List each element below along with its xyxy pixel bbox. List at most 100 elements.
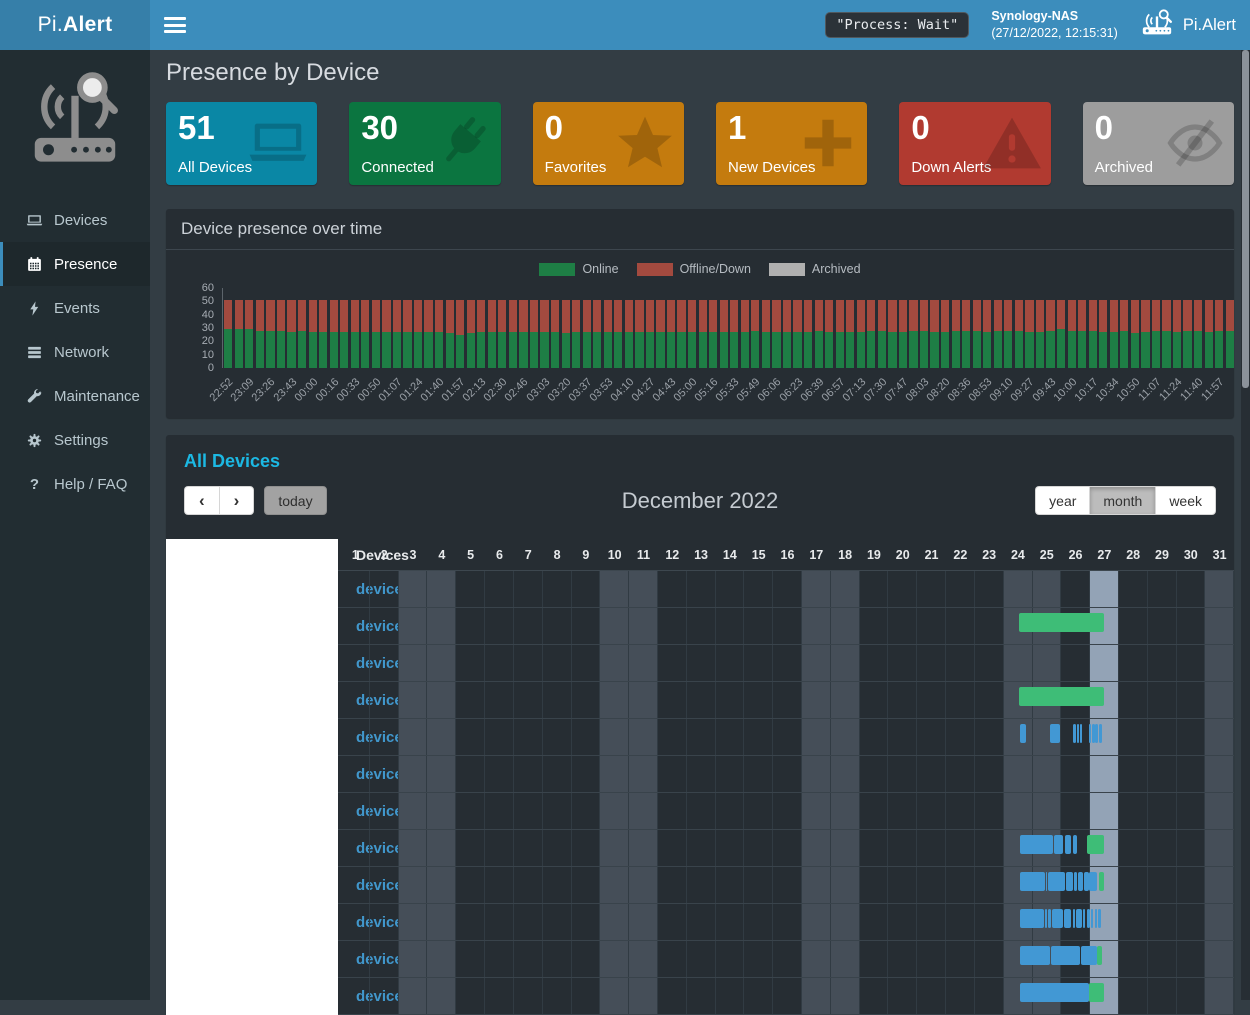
chart-bar-segment-online[interactable] xyxy=(593,332,601,368)
presence-bar-session[interactable] xyxy=(1048,909,1050,928)
presence-bar-session[interactable] xyxy=(1080,724,1081,743)
presence-bar-session[interactable] xyxy=(1073,835,1077,854)
chart-bar-segment-online[interactable] xyxy=(952,331,960,368)
chart-bar-segment-online[interactable] xyxy=(498,332,506,368)
chart-bar-segment-offline-down[interactable] xyxy=(952,300,960,331)
chart-bar-segment-online[interactable] xyxy=(330,332,338,368)
chart-bar-segment-offline-down[interactable] xyxy=(498,300,506,332)
chart-bar-segment-offline-down[interactable] xyxy=(1015,300,1023,331)
chart-bar-segment-online[interactable] xyxy=(867,331,875,368)
chart-bar-segment-offline-down[interactable] xyxy=(973,300,981,331)
presence-bar-session[interactable] xyxy=(1052,909,1063,928)
chart-bar-segment-offline-down[interactable] xyxy=(994,300,1002,331)
chart-bar-segment-offline-down[interactable] xyxy=(562,300,570,333)
chart-bar-segment-online[interactable] xyxy=(1046,331,1054,368)
card-new-devices[interactable]: 1New Devices xyxy=(716,102,867,185)
chart-bar-segment-online[interactable] xyxy=(909,331,917,368)
chart-bar-segment-offline-down[interactable] xyxy=(783,300,791,332)
chart-bar-segment-offline-down[interactable] xyxy=(888,300,896,332)
chart-bar-segment-offline-down[interactable] xyxy=(846,300,854,332)
presence-bar-online[interactable] xyxy=(1097,946,1102,965)
chart-bar-segment-online[interactable] xyxy=(751,331,759,368)
chart-bar-segment-offline-down[interactable] xyxy=(446,300,454,333)
chart-bar-segment-offline-down[interactable] xyxy=(235,300,243,329)
chart-bar-segment-online[interactable] xyxy=(709,332,717,368)
presence-bar-session[interactable] xyxy=(1048,872,1065,891)
card-down-alerts[interactable]: 0Down Alerts xyxy=(899,102,1050,185)
chart-bar-segment-offline-down[interactable] xyxy=(741,300,749,332)
card-archived[interactable]: 0Archived xyxy=(1083,102,1234,185)
chart-bar-segment-online[interactable] xyxy=(730,332,738,368)
chart-bar-segment-online[interactable] xyxy=(361,332,369,368)
chart-bar-segment-online[interactable] xyxy=(1162,331,1170,368)
calendar-view-week-button[interactable]: week xyxy=(1155,486,1216,515)
chart-bar-segment-online[interactable] xyxy=(1131,333,1139,368)
chart-bar-segment-offline-down[interactable] xyxy=(435,300,443,332)
chart-bar-segment-offline-down[interactable] xyxy=(477,300,485,332)
chart-bar-segment-offline-down[interactable] xyxy=(857,300,865,332)
presence-bar-session[interactable] xyxy=(1095,909,1097,928)
chart-bar-segment-online[interactable] xyxy=(1215,331,1223,368)
chart-bar-segment-online[interactable] xyxy=(266,331,274,368)
chart-bar-segment-offline-down[interactable] xyxy=(256,300,264,331)
chart-bar-segment-online[interactable] xyxy=(1036,332,1044,368)
presence-bar-session[interactable] xyxy=(1074,872,1077,891)
chart-bar-segment-online[interactable] xyxy=(994,331,1002,368)
chart-bar-segment-online[interactable] xyxy=(635,332,643,368)
chart-bar-segment-online[interactable] xyxy=(878,331,886,368)
presence-bar-session[interactable] xyxy=(1077,724,1079,743)
chart-bar-segment-offline-down[interactable] xyxy=(1152,300,1160,331)
calendar-view-year-button[interactable]: year xyxy=(1035,486,1089,515)
chart-bar-segment-offline-down[interactable] xyxy=(1173,300,1181,332)
chart-bar-segment-offline-down[interactable] xyxy=(751,300,759,331)
chart-bar-segment-online[interactable] xyxy=(1205,332,1213,368)
presence-bar-session[interactable] xyxy=(1020,724,1025,743)
chart-bar-segment-offline-down[interactable] xyxy=(941,300,949,332)
chart-bar-segment-offline-down[interactable] xyxy=(878,300,886,331)
chart-bar-segment-online[interactable] xyxy=(562,333,570,368)
chart-bar-segment-offline-down[interactable] xyxy=(646,300,654,332)
chart-bar-segment-online[interactable] xyxy=(888,332,896,368)
chart-bar-segment-offline-down[interactable] xyxy=(793,300,801,332)
chart-bar-segment-online[interactable] xyxy=(435,332,443,368)
chart-bar-segment-online[interactable] xyxy=(488,332,496,368)
presence-bar-session[interactable] xyxy=(1020,872,1045,891)
chart-bar-segment-online[interactable] xyxy=(941,332,949,368)
presence-bar-session[interactable] xyxy=(1066,872,1073,891)
chart-bar-segment-online[interactable] xyxy=(973,331,981,368)
chart-bar-segment-online[interactable] xyxy=(815,331,823,368)
chart-bar-segment-offline-down[interactable] xyxy=(530,300,538,332)
chart-bar-segment-online[interactable] xyxy=(720,332,728,368)
chart-bar-segment-online[interactable] xyxy=(551,332,559,368)
card-favorites[interactable]: 0Favorites xyxy=(533,102,684,185)
sidebar-item-settings[interactable]: Settings xyxy=(0,418,150,462)
chart-bar-segment-offline-down[interactable] xyxy=(1110,300,1118,332)
chart-bar-segment-online[interactable] xyxy=(530,332,538,368)
chart-bar-segment-offline-down[interactable] xyxy=(319,300,327,332)
chart-bar-segment-online[interactable] xyxy=(298,331,306,368)
chart-bar-segment-offline-down[interactable] xyxy=(509,300,517,332)
chart-bar-segment-offline-down[interactable] xyxy=(382,300,390,332)
chart-bar-segment-online[interactable] xyxy=(540,332,548,368)
chart-bar-segment-online[interactable] xyxy=(424,332,432,368)
presence-bar-session[interactable] xyxy=(1078,872,1083,891)
chart-bar-segment-online[interactable] xyxy=(382,332,390,368)
presence-bar-session[interactable] xyxy=(1054,835,1063,854)
navbar-brand[interactable]: Pi.Alert xyxy=(1140,9,1236,41)
chart-bar-segment-online[interactable] xyxy=(625,332,633,368)
chart-bar-segment-online[interactable] xyxy=(245,329,253,368)
chart-bar-segment-online[interactable] xyxy=(1015,331,1023,368)
chart-bar-segment-offline-down[interactable] xyxy=(825,300,833,332)
chart-bar-segment-online[interactable] xyxy=(793,332,801,368)
chart-bar-segment-offline-down[interactable] xyxy=(1078,300,1086,331)
chart-bar-segment-online[interactable] xyxy=(646,332,654,368)
legend-item-online[interactable]: Online xyxy=(539,262,618,276)
chart-bar-segment-online[interactable] xyxy=(699,332,707,368)
chart-bar-segment-online[interactable] xyxy=(467,333,475,368)
sidebar-item-presence[interactable]: Presence xyxy=(0,242,150,286)
chart-bar-segment-online[interactable] xyxy=(1194,331,1202,368)
chart-bar-segment-online[interactable] xyxy=(572,332,580,368)
chart-bar-segment-offline-down[interactable] xyxy=(393,300,401,332)
presence-bar-session[interactable] xyxy=(1089,724,1092,743)
chart-bar-segment-online[interactable] xyxy=(509,332,517,368)
